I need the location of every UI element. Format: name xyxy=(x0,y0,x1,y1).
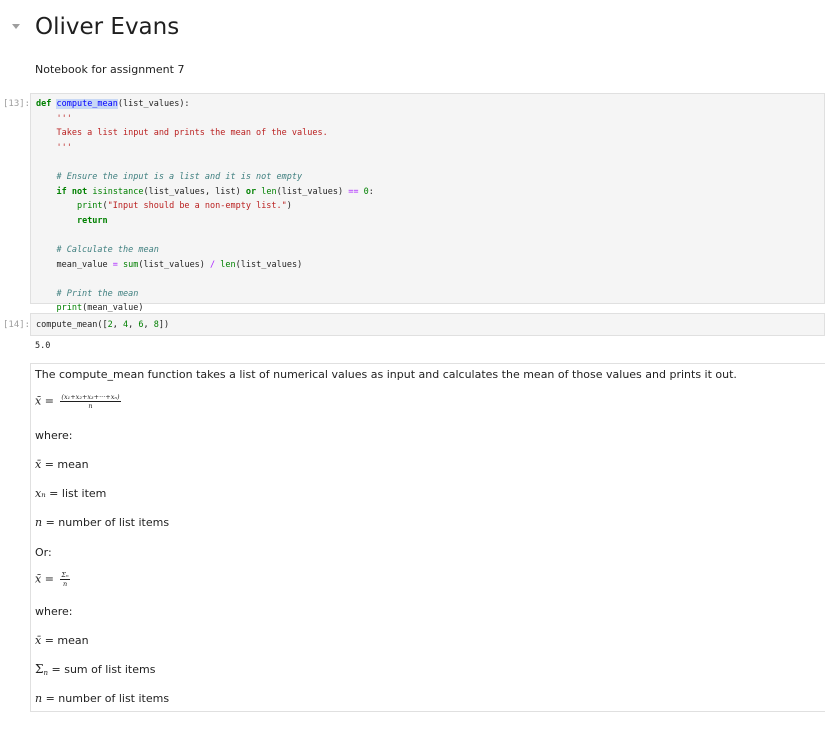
where-label-2: where: xyxy=(35,605,73,618)
isinstance-args: (list_values, list) xyxy=(143,186,241,197)
function-signature: (list_values): xyxy=(117,99,190,109)
cell-prompt-13: [13]: xyxy=(3,99,31,109)
docstring-open: ''' xyxy=(36,113,72,124)
var-mean-value: mean_value xyxy=(36,259,108,270)
colon: : xyxy=(368,186,374,197)
code-editor[interactable]: def compute_mean(list_values): ''' Takes… xyxy=(36,97,824,316)
docstring-text: Takes a list input and prints the mean o… xyxy=(36,128,328,139)
code-cell-call[interactable]: compute_mean([2, 4, 6, 8]) xyxy=(30,313,825,336)
formula-1: x̄ = (x₁+x₂+x₃+···+xₙ) n xyxy=(35,393,121,410)
n-definition-2: = number of list items xyxy=(42,692,170,705)
definition-mean-2: x̄ = mean xyxy=(35,634,89,647)
definition-count-2: n = number of list items xyxy=(35,692,169,705)
formula-2: x̄ = Σₙ n xyxy=(35,571,70,588)
print-args: (mean_value) xyxy=(82,303,144,314)
len-args-2: (list_values) xyxy=(235,259,303,270)
builtin-print-2: print xyxy=(56,303,83,314)
collapse-caret-icon[interactable] xyxy=(12,24,20,29)
operator-div: / xyxy=(210,259,216,270)
notebook-title: Oliver Evans xyxy=(35,14,180,40)
formula-1-lhs: x̄ = xyxy=(35,394,54,408)
n-definition: = number of list items xyxy=(42,516,170,529)
builtin-len: len xyxy=(261,186,277,197)
definition-mean: x̄ = mean xyxy=(35,458,89,471)
builtin-len-2: len xyxy=(220,259,236,270)
arg-2: 4 xyxy=(123,320,129,330)
intro-text: The compute_mean function takes a list o… xyxy=(35,368,737,381)
comment-print: # Print the mean xyxy=(36,288,139,299)
formula-1-denominator: n xyxy=(88,402,93,410)
definition-list-item: xₙ = list item xyxy=(35,487,106,500)
operator-assign: = xyxy=(112,259,118,270)
formula-2-numerator: Σₙ xyxy=(60,571,70,580)
code-editor-2[interactable]: compute_mean([2, 4, 6, 8]) xyxy=(36,318,824,333)
formula-2-denominator: n xyxy=(62,580,68,588)
keyword-not: not xyxy=(71,186,88,197)
sum-args: (list_values) xyxy=(138,259,205,270)
builtin-sum: sum xyxy=(123,259,139,270)
cell-output: 5.0 xyxy=(35,341,51,351)
call-close: ]) xyxy=(158,320,170,330)
keyword-return: return xyxy=(76,215,108,226)
notebook-subtitle: Notebook for assignment 7 xyxy=(35,63,185,76)
or-label: Or: xyxy=(35,546,52,559)
keyword-def: def xyxy=(36,99,52,109)
formula-2-fraction: Σₙ n xyxy=(60,571,70,588)
docstring-close: ''' xyxy=(36,142,72,153)
len-args: (list_values) xyxy=(276,186,344,197)
call-function: compute_mean xyxy=(36,320,98,330)
where-label-1: where: xyxy=(35,429,73,442)
keyword-if: if xyxy=(56,186,67,197)
builtin-print: print xyxy=(76,201,103,212)
xn-symbol: xₙ xyxy=(35,487,46,500)
operator-eq: == xyxy=(348,186,359,197)
xbar-definition: = mean xyxy=(41,458,89,471)
cell-prompt-14: [14]: xyxy=(3,320,31,330)
formula-2-lhs: x̄ = xyxy=(35,572,54,586)
builtin-isinstance: isinstance xyxy=(92,186,144,197)
error-string: "Input should be a non-empty list." xyxy=(107,201,287,212)
formula-1-numerator: (x₁+x₂+x₃+···+xₙ) xyxy=(60,393,121,402)
code-cell-compute-mean[interactable]: def compute_mean(list_values): ''' Takes… xyxy=(30,93,825,313)
xbar-definition-2: = mean xyxy=(41,634,89,647)
markdown-cell[interactable]: The compute_mean function takes a list o… xyxy=(30,363,825,712)
comment-validate: # Ensure the input is a list and it is n… xyxy=(36,171,303,182)
call-open: ([ xyxy=(97,320,108,330)
arg-3: 6 xyxy=(138,320,144,330)
formula-1-fraction: (x₁+x₂+x₃+···+xₙ) n xyxy=(60,393,121,410)
function-name: compute_mean xyxy=(56,99,118,109)
sigma-definition: = sum of list items xyxy=(48,663,156,676)
definition-count: n = number of list items xyxy=(35,516,169,529)
definition-sum: Σn = sum of list items xyxy=(35,662,155,677)
keyword-or: or xyxy=(245,186,257,197)
comment-calculate: # Calculate the mean xyxy=(36,244,159,255)
arg-1: 2 xyxy=(107,320,113,330)
xn-definition: = list item xyxy=(45,487,107,500)
